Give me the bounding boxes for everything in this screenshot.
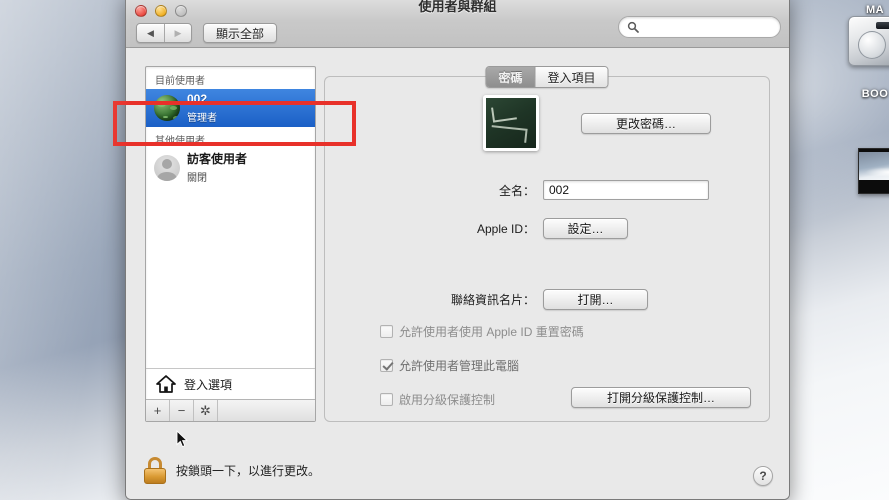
sidebar-item-guest-user[interactable]: 訪客使用者 關閉 [146,149,315,187]
fullname-row: 全名： [325,180,769,200]
checkbox-parental-controls-label: 啟用分級保護控制 [399,393,496,407]
checkbox-reset-password[interactable] [380,325,393,338]
help-button[interactable]: ? [753,466,773,486]
forward-button[interactable]: ▶ [164,24,191,42]
picture-and-password-row: 更改密碼… [325,95,769,151]
checkbox-row-parental-controls[interactable]: 啟用分級保護控制 [380,391,495,408]
search-icon [627,21,639,33]
desktop-icon-bootcamp[interactable]: BOO [833,88,889,100]
open-parental-controls-button[interactable]: 打開分級保護控制… [571,387,751,408]
search-field[interactable] [618,16,785,38]
page-title: 使用者與群組 [418,0,497,14]
user-002-role: 管理者 [187,113,217,124]
window-titlebar: 使用者與群組 ◀ ▶ 顯示全部 [126,0,789,48]
login-options-row[interactable]: 登入選項 [146,368,315,399]
other-users-header: 其他使用者 [155,136,205,147]
back-button[interactable]: ◀ [137,24,164,42]
user-list-toolbar: + − ✲ [146,399,315,421]
account-detail-panel: 密碼 登入項目 更改密碼… 全名： Apple ID： 設定… 聯絡資訊名片： [324,66,770,422]
guest-avatar-icon [154,155,180,181]
contacts-card-row: 聯絡資訊名片： 打開… [325,289,769,310]
fullname-input[interactable] [543,180,709,200]
show-all-button[interactable]: 顯示全部 [203,23,278,43]
checkbox-row-admin[interactable]: 允許使用者管理此電腦 [380,357,519,374]
appleid-row: Apple ID： 設定… [325,218,769,239]
change-password-button[interactable]: 更改密碼… [581,112,711,134]
user-avatar-icon [154,95,180,121]
screenshot-thumbnail-icon [858,148,889,194]
tab-bar: 密碼 登入項目 [485,66,609,88]
checkbox-allow-admin-label: 允許使用者管理此電腦 [399,359,520,373]
desktop-icon-screenshot[interactable] [845,148,889,196]
checkbox-parental-controls[interactable] [380,393,393,406]
desktop-background: MA BOO 使用者與群組 ◀ ▶ 顯示全部 目前使用者 002 管理者 其他使… [0,0,889,500]
remove-user-button[interactable]: − [170,400,194,421]
desktop-icon-macintosh-hd[interactable]: MA [833,4,889,68]
lock-closed-icon[interactable] [144,457,166,484]
window-body: 目前使用者 002 管理者 其他使用者 訪客使用者 關閉 登入選項 + − ✲ … [126,48,789,499]
contacts-card-label: 聯絡資訊名片： [450,293,535,307]
open-contacts-card-button[interactable]: 打開… [543,289,648,310]
user-002-name: 002 [187,91,208,106]
add-user-button[interactable]: + [146,400,170,421]
checkbox-allow-admin[interactable] [380,359,393,372]
sidebar-item-user-002[interactable]: 002 管理者 [146,89,315,127]
user-002-text: 002 管理者 [187,90,217,127]
lock-row[interactable]: 按鎖頭一下，以進行更改。 [144,457,320,484]
user-list-sidebar: 目前使用者 002 管理者 其他使用者 訪客使用者 關閉 登入選項 + − ✲ [145,66,316,422]
appleid-set-button[interactable]: 設定… [543,218,628,239]
house-icon [156,375,176,393]
hd-label-top: MA [865,4,885,16]
checkbox-row-reset-password[interactable]: 允許使用者使用 Apple ID 重置密碼 [380,323,584,340]
lock-body [144,468,166,484]
navigation-buttons: ◀ ▶ [136,23,192,43]
tab-password[interactable]: 密碼 [486,67,535,87]
fullname-label: 全名： [498,183,535,198]
user-list: 目前使用者 002 管理者 其他使用者 訪客使用者 關閉 [146,67,315,368]
tab-login-items[interactable]: 登入項目 [534,67,608,87]
current-user-header: 目前使用者 [155,76,205,87]
guest-user-text: 訪客使用者 關閉 [187,150,247,187]
bootcamp-label: BOO [861,88,889,100]
hard-drive-icon [848,16,889,66]
guest-user-state: 關閉 [187,173,207,184]
user-picture[interactable] [483,95,539,151]
checkbox-reset-password-label: 允許使用者使用 Apple ID 重置密碼 [399,325,584,339]
search-input[interactable] [643,21,785,33]
toolbar-spacer [218,400,315,421]
appleid-label: Apple ID： [476,222,535,236]
login-options-label: 登入選項 [184,377,233,392]
users-and-groups-window: 使用者與群組 ◀ ▶ 顯示全部 目前使用者 002 管理者 其他使用者 訪客使用… [125,0,790,500]
gear-icon[interactable]: ✲ [194,400,218,421]
lock-hint-text: 按鎖頭一下，以進行更改。 [176,464,321,478]
guest-user-name: 訪客使用者 [187,151,248,166]
